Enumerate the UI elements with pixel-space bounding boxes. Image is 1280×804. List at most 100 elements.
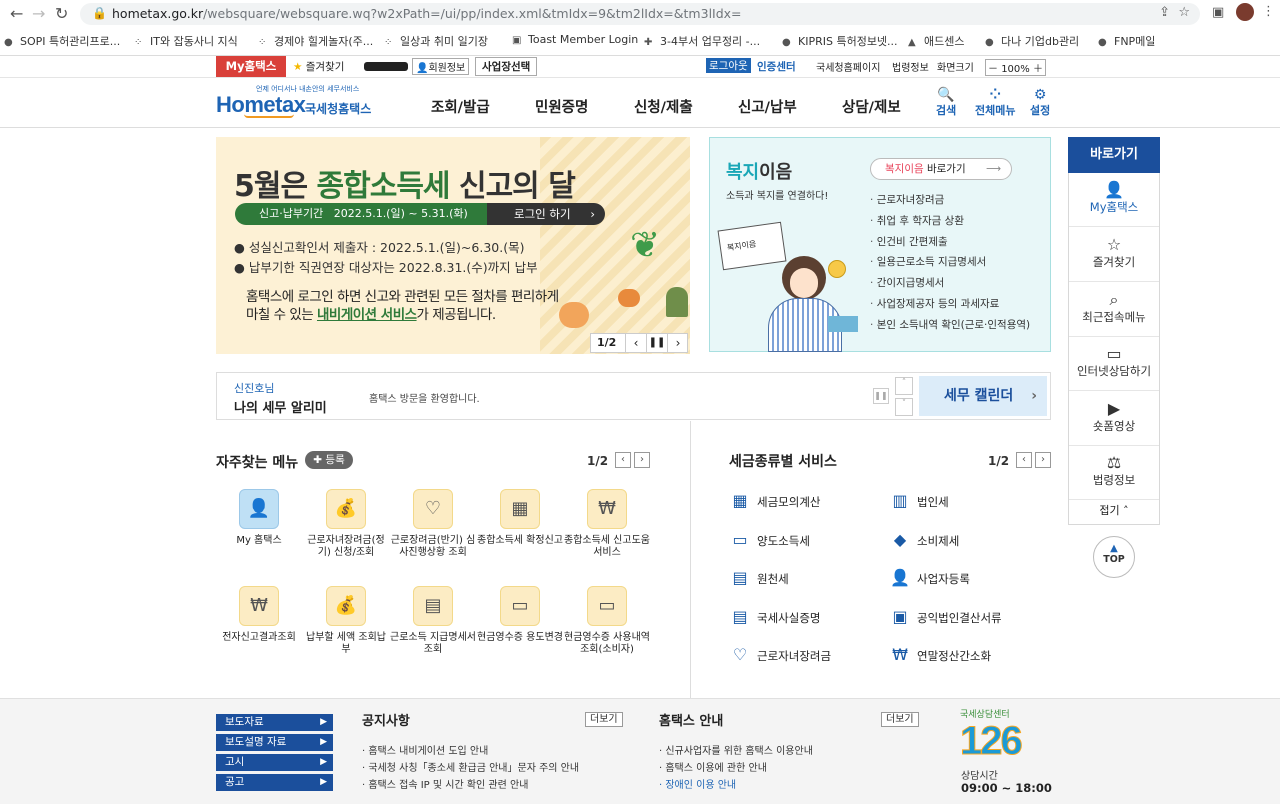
nts-home-link[interactable]: 국세청홈페이지 — [816, 59, 880, 74]
share-icon[interactable]: ⇪ — [1159, 5, 1170, 20]
taxservice-item[interactable]: ♡ 근로자녀장려금 — [729, 645, 831, 664]
guide-item[interactable]: · 홈택스 이용에 관한 안내 — [659, 759, 767, 774]
favorites-link[interactable]: ★ 즐겨찾기 — [293, 59, 344, 74]
welfare-item[interactable]: · 사업장제공자 등의 과세자료 — [870, 296, 999, 311]
gnb-certificate[interactable]: 민원증명 — [535, 96, 588, 117]
banner-prev-button[interactable]: ‹ — [625, 333, 646, 353]
footer-press-explanation[interactable]: 보도설명 자료 ▶ — [216, 734, 333, 751]
taxservice-next-button[interactable]: › — [1035, 452, 1051, 468]
bookmark-item[interactable]: ▲ 애드센스 — [908, 33, 964, 49]
taxservice-item[interactable]: ₩ 연말정산간소화 — [889, 645, 991, 664]
forward-icon[interactable]: → — [32, 4, 45, 23]
favmenu-item[interactable]: 👤 My 홈택스 — [216, 489, 302, 547]
guide-item[interactable]: · 장애인 이용 안내 — [659, 776, 736, 791]
taxservice-item[interactable]: ▭ 양도소득세 — [729, 530, 809, 549]
all-menu-button[interactable]: ⁘ 전체메뉴 — [975, 88, 1015, 118]
favmenu-item[interactable]: ▤ 근로소득 지급명세서 조회 — [390, 586, 476, 656]
guide-item[interactable]: · 신규사업자를 위한 홈택스 이용안내 — [659, 742, 813, 757]
notice-more-button[interactable]: 더보기 — [585, 712, 623, 727]
biz-select-button[interactable]: 사업장선택 — [475, 57, 538, 76]
settings-button[interactable]: ⚙ 설정 — [1030, 88, 1050, 118]
bookmark-item[interactable]: ⁘ 경제야 힐게놀자(주... — [258, 33, 373, 49]
taxservice-item[interactable]: ▤ 원천세 — [729, 568, 788, 587]
top-button[interactable]: ▲ TOP — [1093, 536, 1135, 578]
welfare-item[interactable]: · 인건비 간편제출 — [870, 234, 948, 249]
welfare-item[interactable]: · 일용근로소득 지급명세서 — [870, 254, 986, 269]
more-icon[interactable]: ⋮ — [1262, 4, 1275, 19]
notice-item[interactable]: · 홈택스 접속 IP 및 시간 확인 관련 안내 — [362, 776, 528, 791]
taxservice-item[interactable]: ▤ 국세사실증명 — [729, 607, 820, 626]
hometax-logo[interactable]: 언제 어디서나 내손안의 세무서비스 Hometax 국세청홈택스 — [216, 84, 376, 124]
footer-announcement[interactable]: 공고 ▶ — [216, 774, 333, 791]
logout-button[interactable]: 로그아웃 — [706, 58, 751, 73]
bookmark-item[interactable]: ▣ Toast Member Login — [512, 33, 638, 46]
law-info-link[interactable]: 법령정보 — [892, 59, 929, 74]
welfare-item[interactable]: · 본인 소득내역 확인(근로·인적용역) — [870, 317, 1030, 332]
notice-item[interactable]: · 홈택스 내비게이션 도입 안내 — [362, 742, 488, 757]
bookmark-item[interactable]: ● KIPRIS 특허정보넷... — [782, 33, 898, 49]
bookmark-item[interactable]: ● SOPI 특허관리프로... — [4, 33, 120, 49]
bookmark-item[interactable]: ● FNP메일 — [1098, 33, 1155, 49]
bookmark-item[interactable]: ⁘ 일상과 취미 일기장 — [384, 33, 488, 49]
footer-notification[interactable]: 고시 ▶ — [216, 754, 333, 771]
favmenu-item[interactable]: ▭ 현금영수증 용도변경 — [477, 586, 563, 644]
favmenu-next-button[interactable]: › — [634, 452, 650, 468]
back-icon[interactable]: ← — [10, 4, 23, 23]
favmenu-item[interactable]: 💰 납부할 세액 조회납부 — [303, 586, 389, 656]
guide-more-button[interactable]: 더보기 — [881, 712, 919, 727]
my-hometax-tab[interactable]: My홈택스 — [216, 56, 286, 77]
gnb-application[interactable]: 신청/제출 — [634, 96, 693, 117]
quick-favorites[interactable]: ☆ 즐겨찾기 — [1069, 228, 1159, 282]
favmenu-item[interactable]: ₩ 전자신고결과조회 — [216, 586, 302, 644]
search-button[interactable]: 🔍 검색 — [936, 88, 956, 118]
sidepanel-icon[interactable]: ▣ — [1212, 5, 1224, 20]
favmenu-item[interactable]: ▭ 현금영수증 사용내역조회(소비자) — [564, 586, 650, 656]
alarm-up-button[interactable]: ˄ — [895, 377, 913, 395]
zoom-out-button[interactable]: － — [988, 64, 998, 75]
address-bar[interactable]: 🔒 hometax.go.kr/websquare/websquare.wq?w… — [80, 3, 1200, 25]
member-info-button[interactable]: 👤회원정보 — [412, 58, 470, 75]
gnb-inquiry[interactable]: 조회/발급 — [431, 96, 490, 117]
bookmark-item[interactable]: ✚ 3-4부서 업무정리 -... — [644, 33, 760, 49]
gnb-consult[interactable]: 상담/제보 — [842, 96, 901, 117]
quick-fold-button[interactable]: 접기 ˄ — [1069, 502, 1159, 518]
notice-item[interactable]: · 국세청 사칭「종소세 환급금 안내」문자 주의 안내 — [362, 759, 579, 774]
favmenu-item[interactable]: ▦ 종합소득세 확정신고 — [477, 489, 563, 547]
taxservice-item[interactable]: ◆ 소비제세 — [889, 530, 959, 549]
favmenu-add-button[interactable]: ✚ 등록 — [305, 451, 353, 469]
welfare-item[interactable]: · 취업 후 학자금 상환 — [870, 213, 964, 228]
favmenu-item[interactable]: 💰 근로자녀장려금(정기) 신청/조회 — [303, 489, 389, 559]
welfare-go-button[interactable]: 복지이음 바로가기 ⟶ — [870, 158, 1012, 180]
quick-shortform-video[interactable]: ▶ 숏폼영상 — [1069, 392, 1159, 446]
favmenu-item[interactable]: ₩ 종합소득세 신고도움 서비스 — [564, 489, 650, 559]
footer-press-release[interactable]: 보도자료 ▶ — [216, 714, 333, 731]
main-banner[interactable]: 5월은 종합소득세 신고의 달 신고·납부기간 2022.5.1.(일) ~ 5… — [216, 137, 690, 354]
alarm-down-button[interactable]: ˅ — [895, 398, 913, 416]
banner-login-button[interactable]: 로그인 하기 › — [487, 203, 605, 225]
tax-calendar-button[interactable]: 세무 캘린더 › — [919, 376, 1047, 416]
favmenu-item[interactable]: ♡ 근로장려금(반기) 심사진행상황 조회 — [390, 489, 476, 559]
quick-law-info[interactable]: ⚖ 법령정보 — [1069, 446, 1159, 500]
quick-recent-menu[interactable]: ⌕ 최근접속메뉴 — [1069, 283, 1159, 337]
taxservice-item[interactable]: ▣ 공익법인결산서류 — [889, 607, 1001, 626]
taxservice-item[interactable]: ▥ 법인세 — [889, 491, 948, 510]
bookmark-item[interactable]: ⁘ IT와 잡동사니 지식 — [134, 33, 238, 49]
taxservice-item[interactable]: 👤 사업자등록 — [889, 568, 970, 587]
banner-next-button[interactable]: › — [667, 333, 688, 353]
taxservice-prev-button[interactable]: ‹ — [1016, 452, 1032, 468]
star-icon[interactable]: ☆ — [1178, 5, 1190, 20]
favmenu-prev-button[interactable]: ‹ — [615, 452, 631, 468]
gnb-filing[interactable]: 신고/납부 — [738, 96, 797, 117]
welfare-item[interactable]: · 근로자녀장려금 — [870, 192, 944, 207]
welfare-item[interactable]: · 간이지급명세서 — [870, 275, 944, 290]
banner-pause-button[interactable]: ❚❚ — [646, 333, 667, 353]
taxservice-item[interactable]: ▦ 세금모의계산 — [729, 491, 820, 510]
alarm-pause-button[interactable]: ❚❚ — [873, 388, 889, 404]
avatar[interactable] — [1236, 3, 1254, 21]
bookmark-item[interactable]: ● 다나 기업db관리 — [985, 33, 1079, 49]
navigation-service-link[interactable]: 내비게이션 서비스 — [317, 307, 417, 323]
quick-online-consult[interactable]: ▭ 인터넷상담하기 — [1069, 337, 1159, 391]
zoom-in-button[interactable]: ＋ — [1033, 64, 1043, 75]
quick-my-hometax[interactable]: 👤 My홈택스 — [1069, 173, 1159, 227]
cert-center-link[interactable]: 인증센터 — [757, 59, 796, 74]
